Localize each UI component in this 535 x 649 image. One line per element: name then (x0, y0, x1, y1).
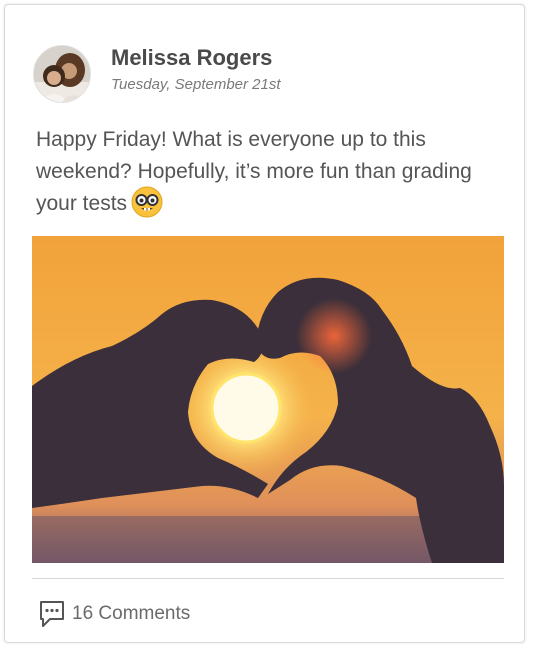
post-image[interactable] (32, 236, 504, 563)
post-card: Melissa Rogers Tuesday, September 21st H… (4, 4, 525, 643)
nerd-face-emoji-icon (131, 186, 163, 218)
author-avatar[interactable] (33, 45, 91, 103)
comments-link[interactable]: 16 Comments (38, 599, 190, 629)
sunset-heart-hands-image (32, 236, 504, 563)
author-name[interactable]: Melissa Rogers (111, 45, 272, 71)
comments-count[interactable]: 16 Comments (72, 603, 190, 625)
post-text: Happy Friday! What is everyone up to thi… (36, 128, 472, 215)
avatar-photo (34, 46, 90, 102)
post-body: Happy Friday! What is everyone up to thi… (36, 124, 506, 220)
comment-icon (40, 601, 64, 627)
post-date: Tuesday, September 21st (111, 76, 281, 93)
post-divider (32, 578, 504, 579)
